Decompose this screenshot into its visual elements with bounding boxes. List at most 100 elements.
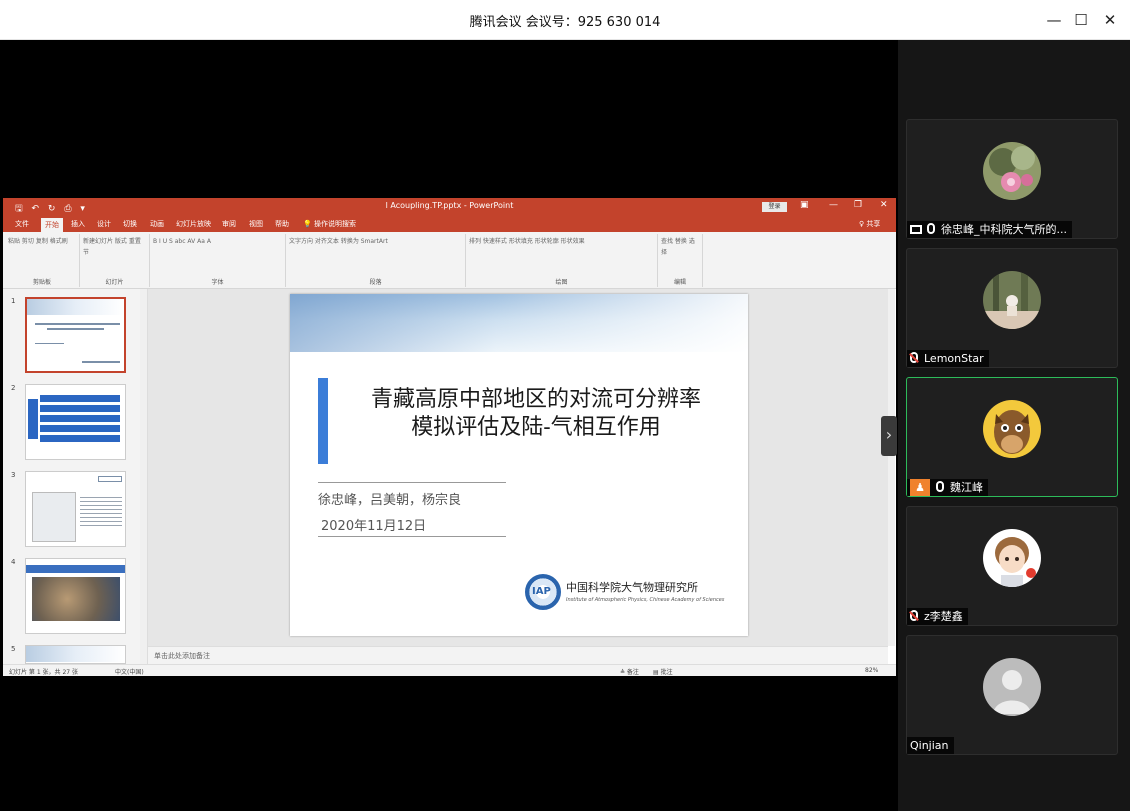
slide-thumbnail-1[interactable] xyxy=(25,297,126,373)
login-button[interactable]: 登录 xyxy=(762,202,787,212)
avatar xyxy=(983,400,1041,458)
ppt-close-button[interactable]: ✕ xyxy=(880,200,888,210)
drawing-label: 绘图 xyxy=(555,279,568,286)
tab-transitions[interactable]: 切换 xyxy=(123,219,137,229)
share-button[interactable]: ♀ 共享 xyxy=(859,219,880,229)
thumb-outline-item xyxy=(40,405,120,412)
paragraph-label: 段落 xyxy=(369,279,382,286)
window-title: 腾讯会议 会议号：925 630 014 xyxy=(469,15,661,30)
tab-view[interactable]: 视图 xyxy=(249,219,263,229)
tab-help[interactable]: 帮助 xyxy=(275,219,289,229)
slide-thumbnail-3[interactable] xyxy=(25,471,126,547)
avatar xyxy=(983,529,1041,587)
notes-pane[interactable]: 单击此处添加备注 xyxy=(148,646,888,664)
meeting-app: 腾讯会议 会议号：925 630 014 — ☐ ✕ 🖫 ↶ ↻ ⎙ ▾ l A… xyxy=(0,0,1130,811)
slide-sky-overlay xyxy=(290,294,748,352)
slide-title[interactable]: 青藏高原中部地区的对流可分辨率 模拟评估及陆-气相互作用 xyxy=(336,386,736,442)
paragraph-tools[interactable]: 文字方向 对齐文本 转换为 SmartArt xyxy=(289,236,462,247)
ribbon: 粘贴 剪切 复制 格式刷 剪贴板 新建幻灯片 版式 重置 节 幻灯片 B I U… xyxy=(3,232,896,289)
slides-tools[interactable]: 新建幻灯片 版式 重置 节 xyxy=(83,236,146,258)
tab-file[interactable]: 文件 xyxy=(15,219,29,229)
mic-icon xyxy=(936,481,944,492)
logo-text: IAP xyxy=(532,586,551,597)
close-button[interactable]: ✕ xyxy=(1099,9,1121,31)
font-tools[interactable]: B I U S abc AV Aa A xyxy=(153,236,282,247)
thumb-outline-item xyxy=(40,395,120,402)
participant-name-label: Qinjian xyxy=(907,737,954,754)
slide-thumbnail-pane: 1 2 3 4 5 xyxy=(3,289,148,664)
thumb-header-bar xyxy=(26,565,125,573)
slide-title-line-2: 模拟评估及陆-气相互作用 xyxy=(411,415,661,440)
participant-name: Qinjian xyxy=(910,739,949,752)
thumb-number: 1 xyxy=(11,297,16,305)
participant-name: z李楚鑫 xyxy=(924,610,963,623)
ribbon-display-icon[interactable]: ▣ xyxy=(800,200,809,210)
participant-name: 魏江峰 xyxy=(950,481,983,494)
thumb-outline-item xyxy=(40,415,120,422)
tab-animations[interactable]: 动画 xyxy=(150,219,164,229)
thumb-title-line xyxy=(47,328,104,330)
slide-thumbnail-2[interactable] xyxy=(25,384,126,460)
font-label: 字体 xyxy=(211,279,224,286)
notes-button[interactable]: ≜ 备注 xyxy=(620,667,639,676)
tab-home[interactable]: 开始 xyxy=(41,218,63,232)
minimize-button[interactable]: — xyxy=(1043,9,1065,31)
thumb-outline-item xyxy=(40,435,120,442)
window-titlebar: 腾讯会议 会议号：925 630 014 — ☐ ✕ xyxy=(0,0,1130,40)
ppt-restore-button[interactable]: ❐ xyxy=(854,200,862,210)
ribbon-group-slides: 新建幻灯片 版式 重置 节 幻灯片 xyxy=(80,234,150,287)
zoom-level[interactable]: 82% xyxy=(865,667,878,674)
ribbon-group-clipboard: 粘贴 剪切 复制 格式刷 剪贴板 xyxy=(5,234,80,287)
slide-authors[interactable]: 徐忠峰，吕美朝，杨宗良 xyxy=(318,489,461,508)
thumb-text-block xyxy=(80,494,122,528)
clipboard-label: 剪贴板 xyxy=(32,279,51,286)
drawing-tools[interactable]: 排列 快速样式 形状填充 形状轮廓 形状效果 xyxy=(469,236,654,247)
notes-placeholder: 单击此处添加备注 xyxy=(154,652,210,660)
tab-insert[interactable]: 插入 xyxy=(71,219,85,229)
comments-button[interactable]: ▤ 批注 xyxy=(653,667,673,676)
thumb-number: 2 xyxy=(11,384,16,392)
participant-tile[interactable]: z李楚鑫 xyxy=(906,506,1118,626)
panel-toggle-icon[interactable]: › xyxy=(881,416,897,456)
thumb-sky xyxy=(26,646,125,662)
thumb-sky xyxy=(27,299,124,315)
slide-count: 幻灯片 第 1 张，共 27 张 xyxy=(9,669,78,676)
language-indicator[interactable]: 中文(中国) xyxy=(115,667,144,676)
thumb-logo-line xyxy=(82,361,120,363)
tab-tell-me-search[interactable]: 💡 操作说明搜索 xyxy=(303,219,356,229)
thumb-map-image xyxy=(32,577,120,621)
mic-muted-icon xyxy=(910,610,918,621)
institute-name-cn: 中国科学院大气物理研究所 xyxy=(566,581,698,594)
participant-name-label: z李楚鑫 xyxy=(907,608,968,625)
ribbon-group-font: B I U S abc AV Aa A 字体 xyxy=(150,234,286,287)
slide-thumbnail-4[interactable] xyxy=(25,558,126,634)
thumb-section-tag xyxy=(98,476,122,482)
iap-logo: IAP xyxy=(525,574,561,610)
tab-design[interactable]: 设计 xyxy=(97,219,111,229)
slide-date[interactable]: 2020年11月12日 xyxy=(321,515,426,534)
participant-tile[interactable]: 徐忠峰_中科院大气所的... xyxy=(906,119,1118,239)
title-accent-bar xyxy=(318,378,328,464)
clipboard-tools[interactable]: 粘贴 剪切 复制 格式刷 xyxy=(8,236,76,247)
participant-tile[interactable]: LemonStar xyxy=(906,248,1118,368)
slide-scrollbar[interactable] xyxy=(888,289,895,646)
ppt-minimize-button[interactable]: — xyxy=(829,200,838,210)
thumbnail-scrollbar[interactable] xyxy=(140,289,147,664)
editing-label: 编辑 xyxy=(673,279,686,286)
editing-tools[interactable]: 查找 替换 选择 xyxy=(661,236,699,258)
ppt-status-bar: 幻灯片 第 1 张，共 27 张 中文(中国) ≜ 备注 ▤ 批注 82% xyxy=(3,664,896,676)
participant-tile-active-speaker[interactable]: ♟ 魏江峰 xyxy=(906,377,1118,497)
participant-name-label: LemonStar xyxy=(907,350,989,367)
avatar xyxy=(983,142,1041,200)
slide-editing-area: 青藏高原中部地区的对流可分辨率 模拟评估及陆-气相互作用 徐忠峰，吕美朝，杨宗良… xyxy=(148,289,895,646)
tab-review[interactable]: 审阅 xyxy=(222,219,236,229)
thumb-document-image xyxy=(32,492,76,542)
maximize-button[interactable]: ☐ xyxy=(1070,9,1092,31)
host-user-icon: ♟ xyxy=(910,479,930,496)
thumb-outline-item xyxy=(40,425,120,432)
slide-thumbnail-5[interactable] xyxy=(25,645,126,664)
participant-tile[interactable]: Qinjian xyxy=(906,635,1118,755)
tab-slideshow[interactable]: 幻灯片放映 xyxy=(176,219,211,229)
current-slide[interactable]: 青藏高原中部地区的对流可分辨率 模拟评估及陆-气相互作用 徐忠峰，吕美朝，杨宗良… xyxy=(290,294,748,636)
ribbon-group-editing: 查找 替换 选择 编辑 xyxy=(658,234,703,287)
